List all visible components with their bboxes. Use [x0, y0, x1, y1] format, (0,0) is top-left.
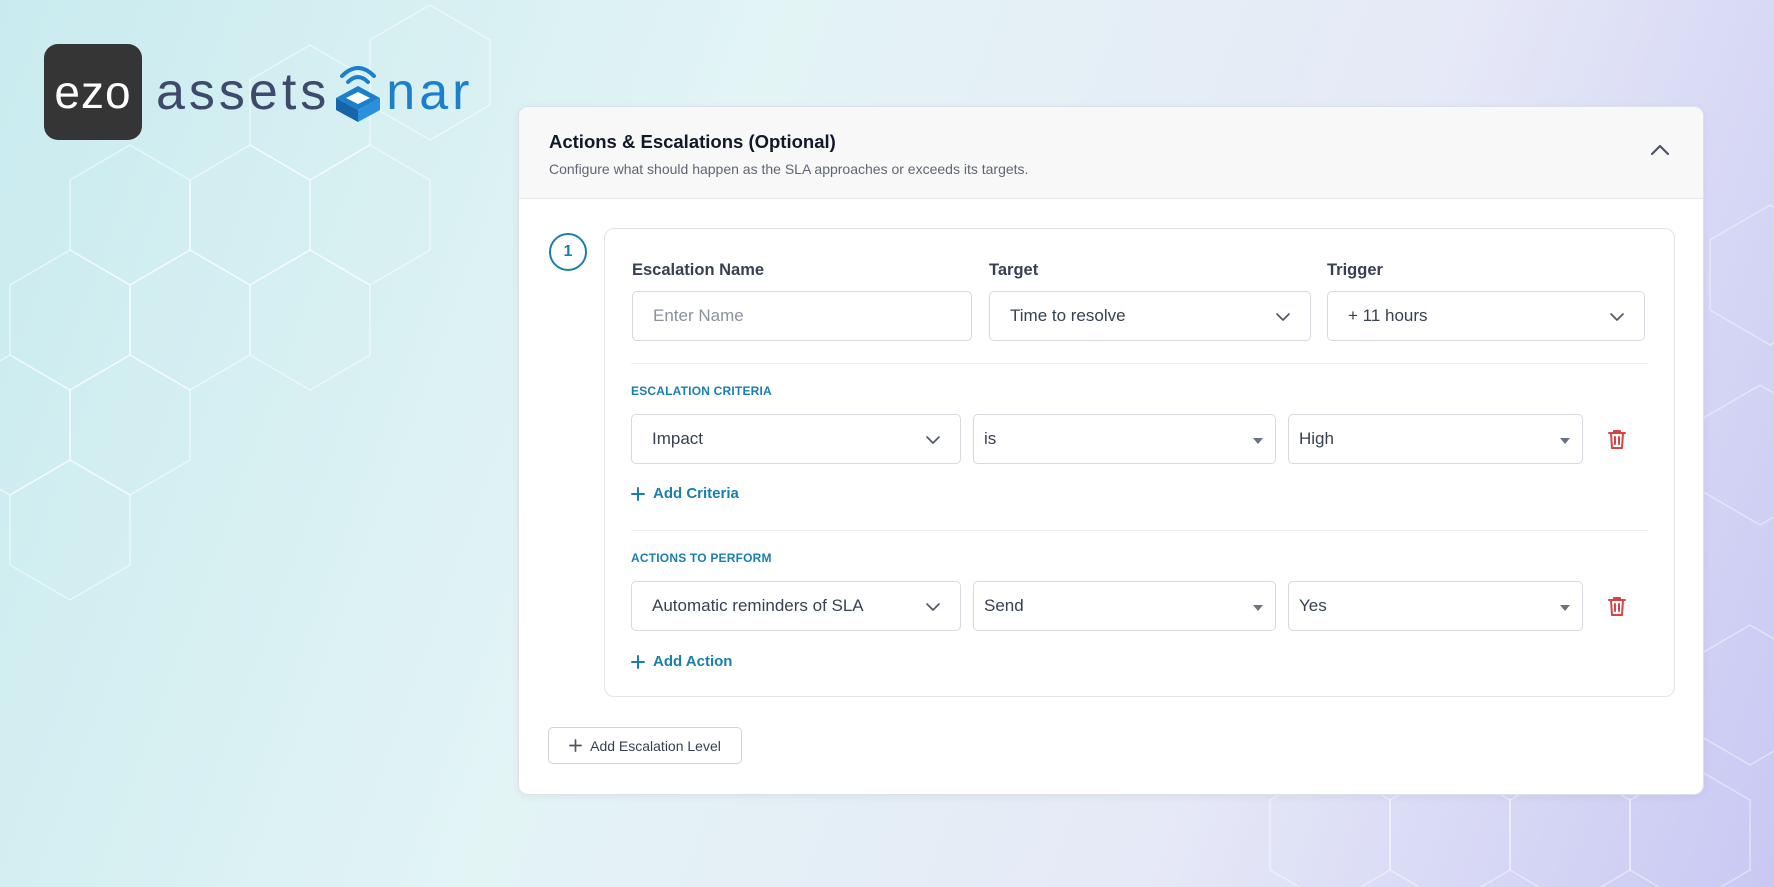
trigger-label: Trigger	[1327, 261, 1383, 279]
escalation-name-label: Escalation Name	[632, 261, 765, 279]
actions-escalations-card: Actions & Escalations (Optional) Configu…	[518, 106, 1704, 795]
plus-icon	[631, 486, 645, 501]
action-type-value: Automatic reminders of SLA	[652, 596, 864, 615]
section-subtitle: Configure what should happen as the SLA …	[549, 161, 1029, 177]
escalation-level-badge: 1	[549, 233, 587, 271]
action-operation-select[interactable]: Send	[973, 581, 1276, 631]
chevron-down-icon	[926, 436, 940, 444]
action-operation-value: Send	[984, 596, 1024, 615]
chevron-down-icon	[926, 603, 940, 611]
criteria-value: High	[1299, 429, 1334, 448]
escalation-name-field[interactable]	[632, 291, 972, 341]
target-label: Target	[989, 261, 1039, 279]
target-value: Time to resolve	[1010, 306, 1126, 325]
escalation-level-box: Escalation Name Target Trigger Time to r…	[604, 228, 1675, 697]
wordmark-right: nar	[386, 63, 474, 121]
action-value: Yes	[1299, 596, 1327, 615]
divider	[631, 530, 1648, 531]
collapse-section-button[interactable]	[1647, 137, 1673, 163]
criteria-field-value: Impact	[652, 429, 704, 448]
action-type-select[interactable]: Automatic reminders of SLA	[631, 581, 961, 631]
plus-icon	[569, 739, 583, 752]
action-value-select[interactable]: Yes	[1288, 581, 1583, 631]
card-header: Actions & Escalations (Optional) Configu…	[519, 107, 1703, 199]
add-action-button[interactable]: Add Action	[631, 653, 732, 670]
sonar-wave-icon	[336, 66, 381, 122]
criteria-operator-value: is	[984, 429, 997, 448]
caret-down-icon	[1253, 438, 1263, 444]
caret-down-icon	[1560, 438, 1570, 444]
chevron-up-icon	[1650, 144, 1670, 156]
delete-criteria-trash-icon[interactable]	[1605, 427, 1629, 451]
ezo-logo-text: ezo	[54, 66, 132, 118]
caret-down-icon	[1560, 605, 1570, 611]
add-action-label: Add Action	[653, 653, 733, 670]
criteria-operator-select[interactable]: is	[973, 414, 1276, 464]
trigger-value: + 11 hours	[1348, 306, 1428, 325]
delete-action-trash-icon[interactable]	[1605, 594, 1629, 618]
ezo-logo-tile: ezo	[44, 44, 142, 140]
caret-down-icon	[1253, 605, 1263, 611]
assetsonar-wordmark: assets nar	[156, 62, 473, 122]
chevron-down-icon	[1276, 313, 1290, 321]
divider	[631, 363, 1648, 364]
add-escalation-level-button[interactable]: Add Escalation Level	[548, 727, 742, 764]
target-select[interactable]: Time to resolve	[989, 291, 1311, 341]
section-title: Actions & Escalations (Optional)	[549, 131, 836, 152]
trigger-select[interactable]: + 11 hours	[1327, 291, 1645, 341]
escalation-name-input[interactable]	[653, 306, 951, 326]
actions-to-perform-title: ACTIONS TO PERFORM	[631, 551, 772, 565]
chevron-down-icon	[1610, 313, 1624, 321]
criteria-value-select[interactable]: High	[1288, 414, 1583, 464]
add-escalation-level-label: Add Escalation Level	[590, 737, 721, 754]
criteria-field-select[interactable]: Impact	[631, 414, 961, 464]
escalation-criteria-title: ESCALATION CRITERIA	[631, 384, 772, 398]
add-criteria-label: Add Criteria	[653, 485, 739, 502]
plus-icon	[631, 654, 645, 669]
brand-logo: ezo assets nar	[44, 44, 473, 140]
wordmark-left: assets	[156, 63, 331, 121]
add-criteria-button[interactable]: Add Criteria	[631, 485, 739, 502]
